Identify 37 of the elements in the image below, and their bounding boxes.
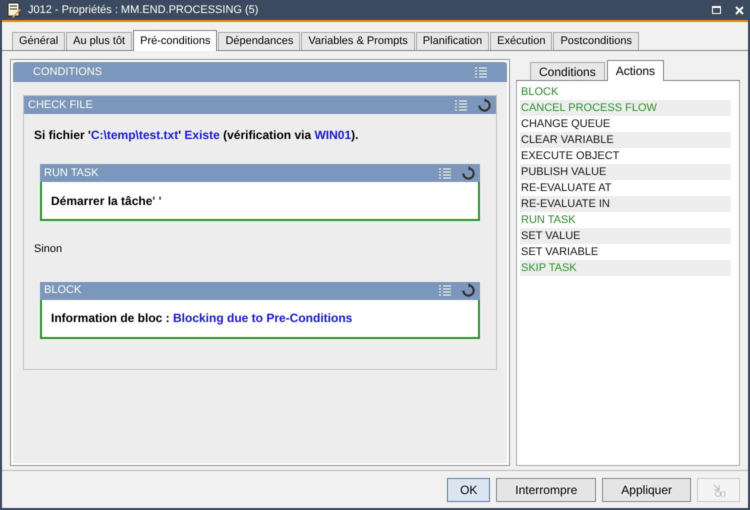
- action-item[interactable]: RE-EVALUATE IN: [520, 196, 731, 212]
- block-title: RUN TASK: [44, 166, 100, 181]
- tab[interactable]: Conditions: [530, 62, 605, 80]
- block-title: BLOCK: [44, 283, 82, 298]
- symbol-icon: [710, 482, 726, 498]
- action-item[interactable]: SET VALUE: [520, 228, 731, 244]
- list-icon[interactable]: [439, 168, 451, 178]
- tab[interactable]: Planification: [416, 32, 490, 50]
- tab[interactable]: Au plus tôt: [66, 32, 132, 50]
- conditions-title: CONDITIONS: [33, 64, 104, 80]
- refresh-icon[interactable]: [477, 98, 492, 112]
- close-icon[interactable]: [735, 6, 744, 14]
- condition-text: Si fichier 'C:\temp\test.txt' Existe (vérification via WIN01).: [34, 128, 358, 142]
- action-text: Information de bloc : Blocking due to Pre-Conditions: [51, 310, 352, 327]
- refresh-icon[interactable]: [461, 283, 476, 298]
- tab[interactable]: Pré-conditions: [133, 30, 218, 51]
- tab[interactable]: Exécution: [490, 32, 552, 50]
- action-item[interactable]: CLEAR VARIABLE: [520, 132, 731, 148]
- document-icon: [6, 2, 22, 18]
- list-icon[interactable]: [475, 66, 487, 78]
- tab[interactable]: Général: [12, 32, 66, 50]
- list-icon[interactable]: [455, 100, 467, 110]
- dialog-button[interactable]: OK: [447, 478, 490, 502]
- tab[interactable]: Variables & Prompts: [301, 32, 415, 50]
- dialog-button[interactable]: Appliquer: [602, 478, 691, 502]
- window-title: J012 - Propriétés : MM.END.PROCESSING (5): [28, 2, 260, 18]
- maximize-icon[interactable]: [712, 6, 721, 14]
- tab[interactable]: Dépendances: [218, 32, 300, 50]
- refresh-icon[interactable]: [461, 166, 476, 180]
- dialog-button[interactable]: Interrompre: [496, 478, 596, 502]
- tab[interactable]: Postconditions: [553, 32, 639, 50]
- action-text: Démarrer la tâche' ': [51, 192, 162, 210]
- action-item[interactable]: PUBLISH VALUE: [520, 164, 731, 180]
- list-icon[interactable]: [439, 285, 451, 296]
- tab[interactable]: Actions: [606, 60, 664, 81]
- block-title: CHECK FILE: [28, 98, 94, 113]
- else-label: Sinon: [33, 242, 64, 257]
